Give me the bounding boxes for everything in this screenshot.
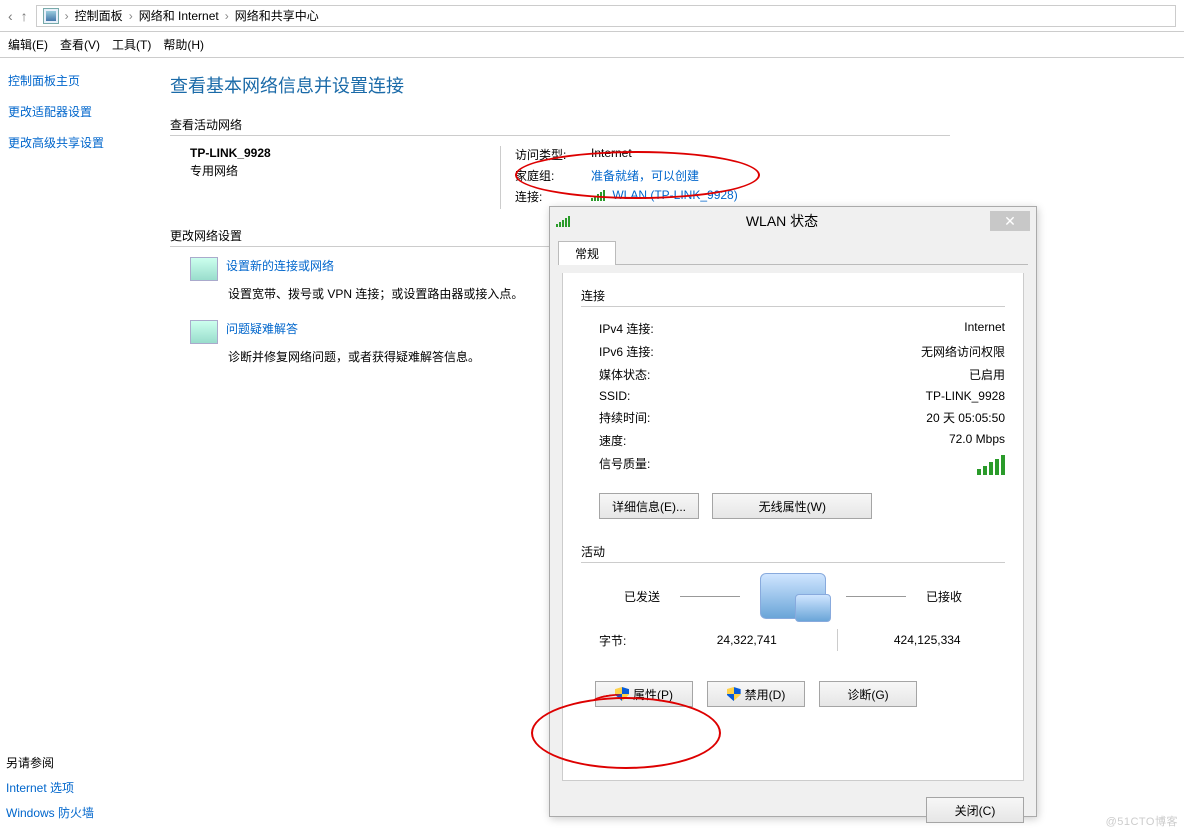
line-icon — [846, 596, 906, 597]
menu-help[interactable]: 帮助(H) — [163, 36, 204, 53]
dialog-body: 连接 IPv4 连接: Internet IPv6 连接: 无网络访问权限 媒体状态… — [562, 273, 1024, 781]
disable-button-label: 禁用(D) — [745, 686, 786, 703]
breadcrumb-item[interactable]: 网络和共享中心 — [235, 7, 319, 24]
duration-value: 20 天 05:05:50 — [926, 409, 1005, 426]
wireless-properties-button[interactable]: 无线属性(W) — [712, 493, 872, 519]
activity-fieldset: 活动 已发送 已接收 字节: 24,322,741 424,125,334 属性… — [581, 543, 1005, 707]
access-type-label: 访问类型: — [515, 146, 591, 163]
firewall-link[interactable]: Windows 防火墙 — [6, 804, 146, 821]
active-networks-section: 查看活动网络 TP-LINK_9928 专用网络 访问类型: Internet … — [170, 116, 950, 209]
activity-graphic: 已发送 已接收 — [581, 573, 1005, 619]
ssid-value: TP-LINK_9928 — [926, 389, 1005, 403]
troubleshoot-link[interactable]: 问题疑难解答 — [226, 320, 298, 344]
received-label: 已接收 — [926, 588, 962, 605]
dialog-title-bar[interactable]: WLAN 状态 ✕ — [550, 207, 1036, 235]
bytes-received-value: 424,125,334 — [850, 633, 1006, 647]
bytes-label: 字节: — [599, 632, 669, 649]
disable-button[interactable]: 禁用(D) — [707, 681, 805, 707]
access-type-value: Internet — [591, 146, 632, 163]
close-button[interactable]: ✕ — [990, 211, 1030, 231]
diagnose-button[interactable]: 诊断(G) — [819, 681, 917, 707]
fieldset-title: 连接 — [581, 287, 1005, 307]
media-state-label: 媒体状态: — [599, 366, 650, 383]
signal-quality-icon — [977, 455, 1005, 475]
sidebar: 控制面板主页 更改适配器设置 更改高级共享设置 — [0, 58, 170, 383]
shield-icon — [727, 687, 741, 701]
signal-quality-label: 信号质量: — [599, 455, 650, 478]
connection-label: 连接: — [515, 188, 591, 205]
breadcrumb-sep-icon: › — [129, 9, 133, 23]
wlan-status-dialog: WLAN 状态 ✕ 常规 连接 IPv4 连接: Internet IPv6 连接… — [549, 206, 1037, 817]
network-type: 专用网络 — [190, 162, 500, 179]
breadcrumb[interactable]: › 控制面板 › 网络和 Internet › 网络和共享中心 — [36, 5, 1176, 27]
tab-strip: 常规 — [558, 241, 1028, 265]
homegroup-label: 家庭组: — [515, 167, 591, 184]
signal-strength-icon — [556, 216, 570, 227]
homegroup-link[interactable]: 准备就绪，可以创建 — [591, 167, 699, 184]
sidebar-link-sharing[interactable]: 更改高级共享设置 — [8, 134, 160, 151]
line-icon — [680, 596, 740, 597]
back-arrow-icon[interactable]: ‹ — [8, 8, 13, 24]
see-also-title: 另请参阅 — [6, 754, 146, 771]
computers-icon — [760, 573, 826, 619]
details-button[interactable]: 详细信息(E)... — [599, 493, 699, 519]
ipv4-label: IPv4 连接: — [599, 320, 654, 337]
close-dialog-button[interactable]: 关闭(C) — [926, 797, 1024, 823]
connection-fieldset: 连接 IPv4 连接: Internet IPv6 连接: 无网络访问权限 媒体状态… — [581, 287, 1005, 519]
menu-tools[interactable]: 工具(T) — [112, 36, 151, 53]
troubleshoot-icon — [190, 320, 218, 344]
setup-connection-icon — [190, 257, 218, 281]
divider-icon — [837, 629, 838, 651]
menu-bar: 编辑(E) 查看(V) 工具(T) 帮助(H) — [0, 32, 1184, 58]
media-state-value: 已启用 — [969, 366, 1005, 383]
up-arrow-icon[interactable]: ↑ — [21, 8, 28, 24]
setup-connection-link[interactable]: 设置新的连接或网络 — [226, 257, 334, 281]
fieldset-title: 活动 — [581, 543, 1005, 563]
properties-button[interactable]: 属性(P) — [595, 681, 693, 707]
bytes-sent-value: 24,322,741 — [669, 633, 825, 647]
sent-label: 已发送 — [624, 588, 660, 605]
network-name: TP-LINK_9928 — [190, 146, 500, 160]
wlan-connection-link[interactable]: WLAN (TP-LINK_9928) — [612, 188, 737, 202]
breadcrumb-sep-icon: › — [65, 9, 69, 23]
breadcrumb-sep-icon: › — [225, 9, 229, 23]
section-title: 查看活动网络 — [170, 116, 950, 136]
sidebar-title[interactable]: 控制面板主页 — [8, 72, 160, 89]
ipv4-value: Internet — [964, 320, 1005, 337]
signal-strength-icon — [591, 190, 605, 201]
page-title: 查看基本网络信息并设置连接 — [170, 72, 950, 98]
control-panel-icon — [43, 8, 59, 24]
see-also-section: 另请参阅 Internet 选项 Windows 防火墙 — [6, 754, 146, 829]
ssid-label: SSID: — [599, 389, 630, 403]
internet-options-link[interactable]: Internet 选项 — [6, 779, 146, 796]
address-bar: ‹ ↑ › 控制面板 › 网络和 Internet › 网络和共享中心 — [0, 0, 1184, 32]
menu-edit[interactable]: 编辑(E) — [8, 36, 48, 53]
tab-general[interactable]: 常规 — [558, 241, 616, 265]
sidebar-link-adapter[interactable]: 更改适配器设置 — [8, 103, 160, 120]
shield-icon — [615, 687, 629, 701]
dialog-title: WLAN 状态 — [574, 211, 990, 231]
breadcrumb-item[interactable]: 控制面板 — [75, 7, 123, 24]
duration-label: 持续时间: — [599, 409, 650, 426]
watermark: @51CTO博客 — [1106, 813, 1178, 829]
speed-value: 72.0 Mbps — [949, 432, 1005, 449]
ipv6-value: 无网络访问权限 — [921, 343, 1005, 360]
speed-label: 速度: — [599, 432, 626, 449]
ipv6-label: IPv6 连接: — [599, 343, 654, 360]
breadcrumb-item[interactable]: 网络和 Internet — [139, 7, 219, 24]
properties-button-label: 属性(P) — [633, 686, 673, 703]
signal-quality-value — [977, 455, 1005, 478]
menu-view[interactable]: 查看(V) — [60, 36, 100, 53]
